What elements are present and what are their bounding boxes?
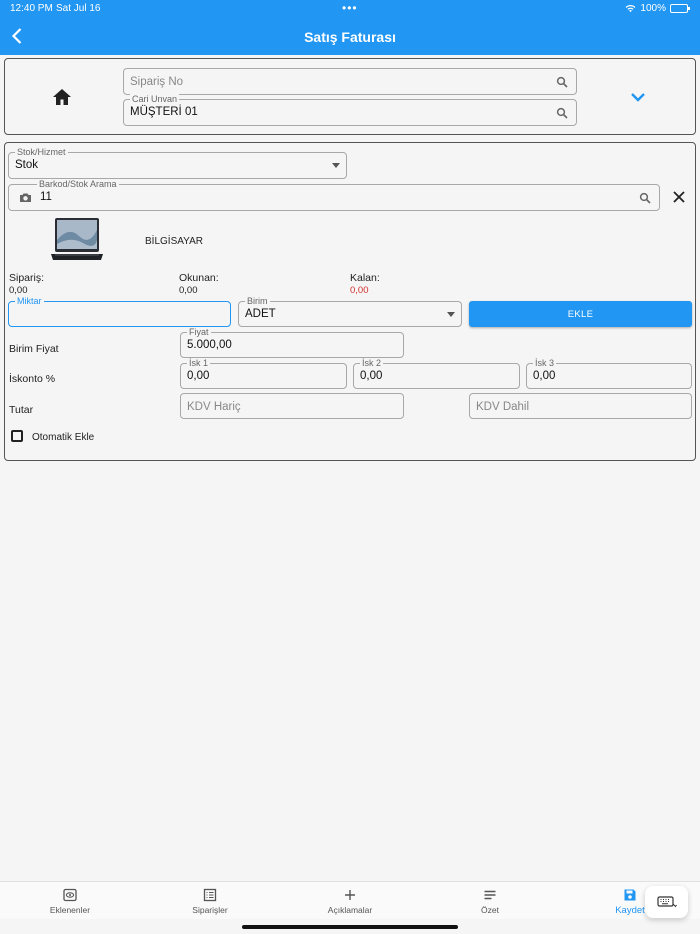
search-icon[interactable] (639, 192, 651, 204)
iskonto-label: İskonto % (9, 373, 56, 385)
app-bar: 12:40 PM Sat Jul 16 ••• 100% Satış Fatur… (0, 0, 700, 55)
isk2-label: İsk 2 (360, 358, 384, 368)
multitask-dots[interactable]: ••• (342, 1, 358, 15)
stok-hizmet-label: Stok/Hizmet (15, 147, 68, 157)
barkod-label: Barkod/Stok Arama (37, 179, 119, 189)
kdv-dahil-placeholder: KDV Dahil (476, 401, 530, 413)
miktar-input[interactable]: Miktar (8, 296, 231, 327)
wifi-icon (626, 5, 636, 13)
birim-select[interactable]: Birim ADET (238, 296, 462, 327)
list-icon (203, 888, 217, 902)
tutar-label: Tutar (9, 404, 34, 416)
kalan-stat-value: 0,00 (350, 285, 369, 296)
save-icon (624, 889, 636, 901)
status-time: 12:40 PM (10, 3, 53, 14)
home-icon[interactable] (52, 88, 72, 106)
home-indicator[interactable] (242, 925, 458, 929)
otomatik-ekle-checkbox[interactable] (11, 430, 23, 442)
isk1-input[interactable]: İsk 1 0,00 (180, 358, 347, 389)
tab-label: Özet (481, 905, 499, 915)
birim-label: Birim (245, 296, 270, 306)
fiyat-input[interactable]: Fiyat 5.000,00 (180, 327, 404, 358)
lines-icon (484, 890, 496, 900)
siparis-stat-value: 0,00 (9, 285, 28, 296)
chevron-down-icon[interactable] (630, 91, 646, 103)
battery-percent: 100% (640, 3, 666, 14)
search-icon[interactable] (556, 76, 568, 88)
keyboard-button[interactable] (645, 886, 688, 918)
okunan-stat-label: Okunan: (179, 272, 219, 284)
isk3-label: İsk 3 (533, 358, 557, 368)
kalan-stat-label: Kalan: (350, 272, 380, 284)
ekle-button[interactable]: EKLE (469, 301, 692, 327)
stock-form-panel: Stok/Hizmet Stok Barkod/Stok Arama 11 Bİ… (4, 142, 696, 461)
dropdown-arrow-icon (447, 312, 455, 317)
tab-aciklamalar[interactable]: Açıklamalar (280, 882, 420, 919)
stok-hizmet-select[interactable]: Stok/Hizmet Stok (8, 147, 347, 179)
status-right: 100% (625, 3, 690, 14)
product-name: BİLGİSAYAR (145, 236, 203, 247)
tab-ozet[interactable]: Özet (420, 882, 560, 919)
isk3-input[interactable]: İsk 3 0,00 (526, 358, 692, 389)
tab-label: Kaydet (615, 905, 645, 916)
keyboard-icon (656, 896, 677, 908)
camera-icon[interactable] (19, 192, 32, 203)
status-date: Sat Jul 16 (56, 3, 101, 14)
page-title: Satış Faturası (304, 29, 396, 45)
isk2-input[interactable]: İsk 2 0,00 (353, 358, 520, 389)
fiyat-value: 5.000,00 (187, 339, 232, 351)
kdv-haric-placeholder: KDV Hariç (187, 401, 241, 413)
kdv-dahil-input[interactable]: KDV Dahil (469, 393, 692, 419)
dropdown-arrow-icon (332, 163, 340, 168)
battery-icon (670, 4, 690, 13)
tab-siparisler[interactable]: Siparişler (140, 882, 280, 919)
tab-label: Eklenenler (49, 905, 91, 915)
search-icon[interactable] (556, 107, 568, 119)
birim-value: ADET (245, 308, 276, 320)
fiyat-label: Fiyat (187, 327, 211, 337)
siparis-stat-label: Sipariş: (9, 272, 45, 284)
barkod-value: 11 (40, 191, 52, 203)
bottom-nav: Eklenenler Siparişler Açıklamalar Özet K… (0, 881, 700, 919)
siparis-no-placeholder: Sipariş No (130, 76, 184, 88)
eye-doc-icon (63, 888, 77, 902)
tab-label: Açıklamalar (327, 905, 373, 915)
isk1-label: İsk 1 (187, 358, 211, 368)
miktar-label: Miktar (15, 296, 44, 306)
siparis-no-field[interactable]: Sipariş No (123, 68, 577, 95)
barkod-field[interactable]: Barkod/Stok Arama 11 (8, 179, 660, 211)
tab-label: Siparişler (192, 905, 228, 915)
otomatik-ekle-label[interactable]: Otomatik Ekle (32, 432, 94, 443)
isk1-value: 0,00 (187, 370, 210, 382)
cari-unvan-label: Cari Unvan (130, 94, 180, 104)
customer-panel: Sipariş No Cari Unvan MÜŞTERİ 01 (4, 58, 696, 135)
cari-unvan-value: MÜŞTERİ 01 (130, 106, 198, 118)
cari-unvan-field[interactable]: Cari Unvan MÜŞTERİ 01 (123, 94, 577, 126)
birim-fiyat-label: Birim Fiyat (9, 343, 59, 355)
tab-eklenenler[interactable]: Eklenenler (0, 882, 140, 919)
isk3-value: 0,00 (533, 370, 556, 382)
plus-icon (345, 890, 355, 900)
close-icon[interactable] (673, 191, 685, 203)
kdv-haric-input[interactable]: KDV Hariç (180, 393, 404, 419)
isk2-value: 0,00 (360, 370, 383, 382)
product-image (51, 218, 103, 260)
okunan-stat-value: 0,00 (179, 285, 198, 296)
stok-hizmet-value: Stok (15, 159, 39, 171)
